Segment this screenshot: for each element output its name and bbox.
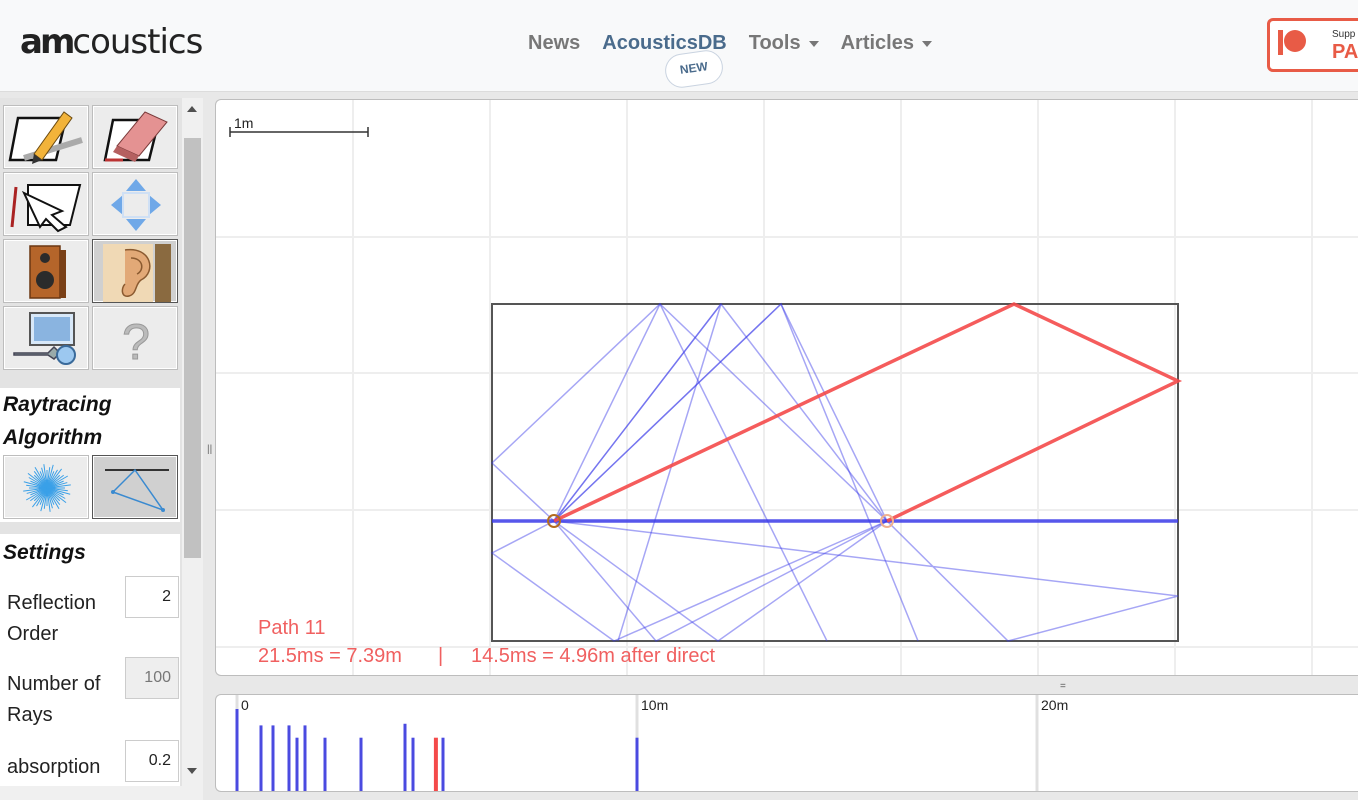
echogram-panel[interactable]: 0 10m 20m (215, 694, 1358, 792)
echogram-bar[interactable] (287, 725, 291, 791)
svg-text:?: ? (122, 314, 150, 370)
path-delta: 14.5ms = 4.96m after direct (471, 645, 715, 667)
tool-sidebar: ? Raytracing Algorithm Settings Reflecti… (0, 98, 203, 800)
number-of-rays-input[interactable] (125, 657, 179, 699)
echogram-bar[interactable] (235, 709, 239, 791)
settings-title: Settings (3, 541, 86, 564)
stochastic-algorithm-button[interactable] (3, 455, 89, 519)
scale-label: 1m (234, 115, 253, 131)
select-arrow-icon (10, 184, 82, 233)
echogram-tick-label: 0 (241, 697, 249, 713)
echogram-bar[interactable] (359, 737, 363, 791)
raytracing-drawing[interactable]: 1m Path 11 21.5ms = 7.39m | 14.5ms = 4.9… (216, 100, 1358, 676)
image-source-algorithm-button[interactable] (92, 455, 178, 519)
patreon-brand-text: PA (1332, 41, 1358, 63)
ray-burst-icon (23, 464, 71, 512)
echogram-bar[interactable] (635, 737, 639, 791)
nav-articles-label: Articles (840, 32, 914, 54)
echogram-bar[interactable] (403, 723, 407, 791)
absorption-row: absorption (7, 740, 179, 790)
reflection-order-label-1: Reflection (7, 592, 96, 614)
select-tool[interactable] (3, 172, 89, 236)
vertical-splitter[interactable]: || (203, 98, 215, 800)
number-of-rays-label-2: Rays (7, 704, 53, 726)
logo-am: am (20, 22, 75, 62)
place-listener-tool[interactable] (92, 239, 178, 303)
echogram-bar[interactable] (411, 737, 415, 791)
room-walls[interactable] (491, 303, 1179, 642)
algorithm-title-line1: Raytracing (3, 393, 112, 416)
scroll-thumb[interactable] (184, 138, 201, 558)
move-arrows-icon (111, 179, 161, 231)
nav-articles-dropdown[interactable]: Articles (841, 32, 932, 55)
path-title: Path 11 (258, 617, 325, 639)
pencil-icon (8, 111, 83, 164)
echogram-bar[interactable] (259, 725, 263, 791)
patreon-support-button[interactable]: Supp PA (1267, 18, 1358, 72)
echogram-bar[interactable] (323, 737, 327, 791)
eraser-icon (103, 111, 168, 162)
settings-tool[interactable] (3, 306, 89, 370)
move-tool[interactable] (92, 172, 178, 236)
sidebar-horizontal-scrollbar[interactable] (0, 786, 203, 800)
logo-text: coustics (72, 22, 203, 62)
reflected-rays (490, 302, 1179, 642)
main-nav: News AcousticsDB Tools Articles (528, 32, 932, 55)
settings-section: Settings Reflection Order Number of Rays… (0, 534, 180, 800)
question-icon: ? (122, 314, 151, 371)
echogram-highlighted-bar[interactable] (433, 737, 438, 791)
place-source-tool[interactable] (3, 239, 89, 303)
patreon-logo-bar (1278, 30, 1283, 55)
algorithm-section: Raytracing Algorithm (0, 388, 180, 522)
reflection-order-row: Reflection Order (7, 576, 179, 652)
absorption-input[interactable] (125, 740, 179, 782)
absorption-label: absorption (7, 756, 101, 778)
speaker-icon (29, 245, 66, 299)
site-logo[interactable]: amcoustics (20, 22, 203, 62)
scale-bar: 1m (229, 115, 369, 137)
caret-down-icon (921, 40, 932, 47)
highlighted-path (553, 302, 1183, 523)
ear-icon (103, 244, 171, 302)
echogram-bar[interactable] (271, 725, 275, 791)
patreon-logo-icon (1284, 30, 1306, 52)
echogram-bar[interactable] (303, 725, 307, 791)
scroll-down-arrow-icon[interactable] (187, 768, 197, 774)
erase-wall-tool[interactable] (92, 105, 178, 169)
echogram-bar[interactable] (441, 737, 445, 791)
reflection-order-label-2: Order (7, 623, 59, 645)
nav-tools-dropdown[interactable]: Tools (749, 32, 819, 55)
nav-tools-label: Tools (748, 32, 801, 54)
path-separator: | (438, 645, 443, 667)
caret-down-icon (808, 40, 819, 47)
reflection-order-input[interactable] (125, 576, 179, 618)
echogram-tick-label: 20m (1041, 697, 1068, 713)
echogram-chart: 0 10m 20m (235, 695, 1068, 791)
grid-lines (216, 100, 1358, 675)
horizontal-splitter-grip[interactable]: = (1060, 681, 1066, 692)
algorithm-title-line2: Algorithm (3, 426, 103, 449)
grip-icon: || (207, 444, 213, 455)
sidebar-scrollbar[interactable] (182, 98, 203, 786)
top-navbar: amcoustics News AcousticsDB Tools Articl… (0, 0, 1358, 92)
image-source-icon (105, 468, 169, 512)
echogram-tick-label: 10m (641, 697, 668, 713)
nav-news[interactable]: News (528, 32, 580, 55)
number-of-rays-label-1: Number of (7, 673, 101, 695)
scroll-up-arrow-icon[interactable] (187, 106, 197, 112)
draw-wall-tool[interactable] (3, 105, 89, 169)
nav-news-label: News (528, 32, 581, 54)
help-tool[interactable]: ? (92, 306, 178, 371)
wrench-monitor-icon (13, 312, 76, 365)
patreon-support-text: Supp (1332, 29, 1356, 40)
path-time: 21.5ms = 7.39m (258, 645, 402, 667)
number-of-rays-row: Number of Rays (7, 657, 179, 733)
echogram-bar[interactable] (295, 737, 299, 791)
room-canvas[interactable]: 1m Path 11 21.5ms = 7.39m | 14.5ms = 4.9… (215, 99, 1358, 676)
